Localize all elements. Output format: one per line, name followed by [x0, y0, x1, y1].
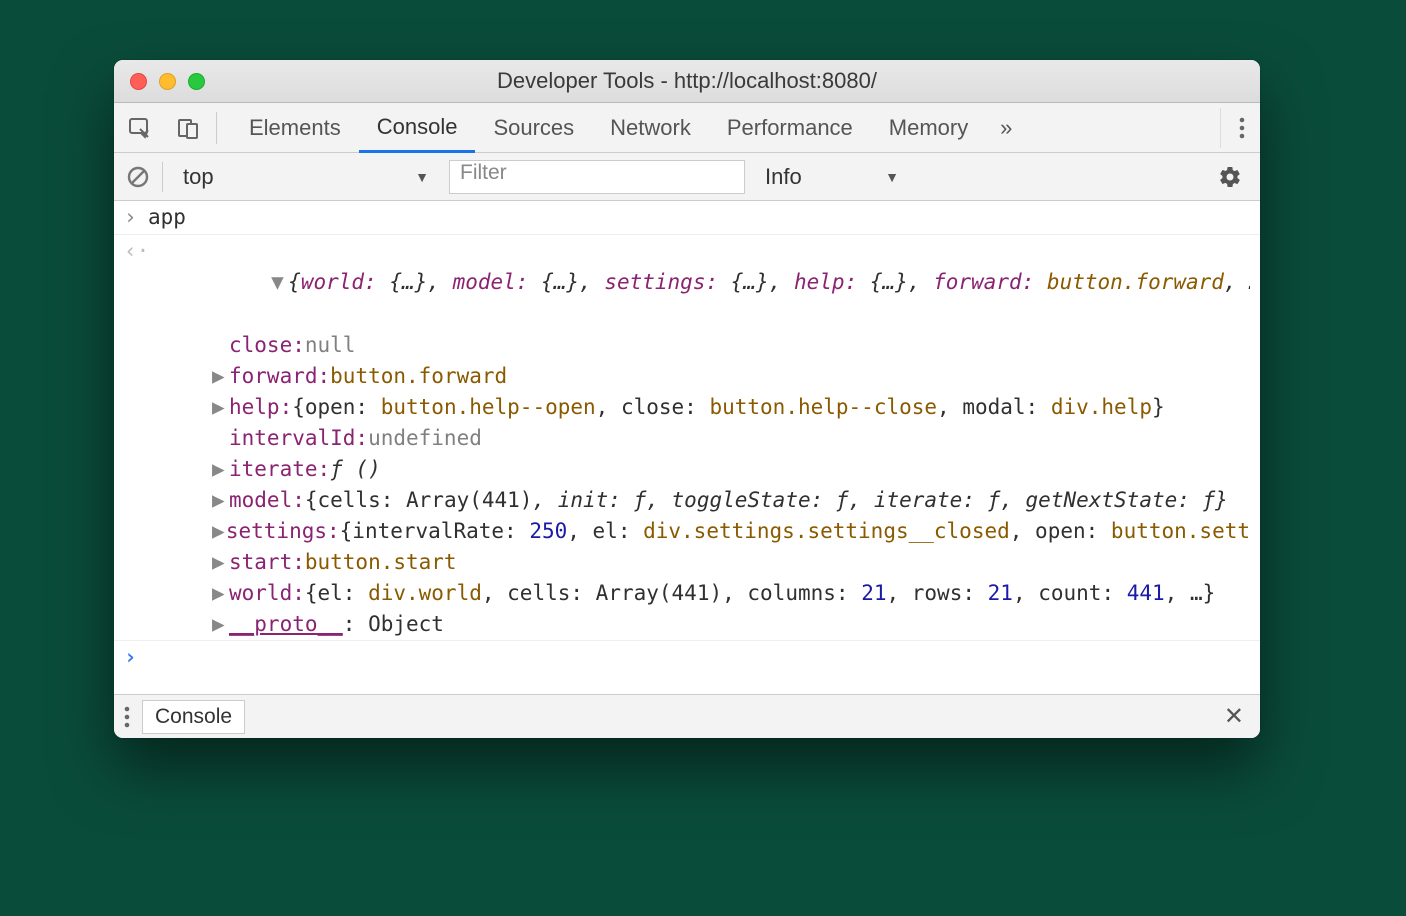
object-summary[interactable]: ▼{world: {…}, model: {…}, settings: {…},…	[148, 236, 1250, 329]
console-settings-icon[interactable]	[1218, 165, 1242, 189]
tab-performance[interactable]: Performance	[709, 103, 871, 152]
execution-context-select[interactable]: top ▼	[173, 160, 439, 194]
object-property-row[interactable]: ▶help: {open: button.help--open, close: …	[114, 392, 1260, 423]
object-property-row[interactable]: intervalId: undefined	[114, 423, 1260, 454]
clear-console-icon[interactable]	[124, 163, 152, 191]
divider	[216, 112, 217, 144]
console-prompt[interactable]: ›	[114, 641, 1260, 674]
disclosure-closed-icon[interactable]: ▶	[212, 361, 229, 392]
disclosure-closed-icon[interactable]: ▶	[212, 485, 229, 516]
panel-tabbar: Elements Console Sources Network Perform…	[114, 103, 1260, 153]
object-property-row[interactable]: ▶world: {el: div.world, cells: Array(441…	[114, 578, 1260, 609]
disclosure-closed-icon[interactable]: ▶	[212, 609, 229, 640]
inspect-element-icon[interactable]	[118, 108, 162, 148]
disclosure-closed-icon[interactable]: ▶	[212, 516, 226, 547]
divider	[162, 162, 163, 192]
context-value: top	[183, 164, 214, 190]
close-window-button[interactable]	[130, 73, 147, 90]
entered-command: app	[148, 202, 1250, 233]
chevron-down-icon: ▼	[415, 169, 429, 185]
result-caret-icon: ‹·	[124, 236, 148, 329]
drawer-bar: Console ✕	[114, 694, 1260, 738]
console-output[interactable]: › app ‹· ▼{world: {…}, model: {…}, setti…	[114, 201, 1260, 694]
object-property-row[interactable]: ▶forward: button.forward	[114, 361, 1260, 392]
chevron-down-icon: ▼	[885, 169, 899, 185]
minimize-window-button[interactable]	[159, 73, 176, 90]
titlebar: Developer Tools - http://localhost:8080/	[114, 60, 1260, 103]
object-property-row[interactable]: ▶__proto__: Object	[114, 609, 1260, 641]
tab-network[interactable]: Network	[592, 103, 709, 152]
settings-menu-icon[interactable]	[1220, 108, 1250, 148]
disclosure-closed-icon[interactable]: ▶	[212, 392, 229, 423]
object-property-row[interactable]: ▶iterate: ƒ ()	[114, 454, 1260, 485]
drawer-menu-icon[interactable]	[124, 706, 130, 728]
level-value: Info	[765, 164, 802, 190]
traffic-lights	[130, 73, 205, 90]
filter-input[interactable]: Filter	[449, 160, 745, 194]
log-level-select[interactable]: Info ▼	[755, 160, 909, 194]
tab-elements[interactable]: Elements	[231, 103, 359, 152]
console-filterbar: top ▼ Filter Info ▼	[114, 153, 1260, 201]
disclosure-closed-icon[interactable]: ▶	[212, 578, 229, 609]
disclosure-open-icon[interactable]: ▼	[271, 267, 288, 298]
zoom-window-button[interactable]	[188, 73, 205, 90]
object-property-row[interactable]: ▶start: button.start	[114, 547, 1260, 578]
disclosure-closed-icon[interactable]: ▶	[212, 454, 229, 485]
console-result-row: ‹· ▼{world: {…}, model: {…}, settings: {…	[114, 235, 1260, 330]
tabs-overflow-icon[interactable]: »	[986, 115, 1026, 141]
tab-sources[interactable]: Sources	[475, 103, 592, 152]
object-property-row[interactable]: ▶settings: {intervalRate: 250, el: div.s…	[114, 516, 1260, 547]
drawer-tab-console[interactable]: Console	[142, 700, 245, 734]
device-toolbar-icon[interactable]	[166, 108, 210, 148]
object-property-row[interactable]: ▶model: {cells: Array(441), init: ƒ, tog…	[114, 485, 1260, 516]
prompt-caret-icon: ›	[124, 642, 148, 673]
tab-console[interactable]: Console	[359, 104, 476, 153]
object-property-row[interactable]: close: null	[114, 330, 1260, 361]
tab-memory[interactable]: Memory	[871, 103, 986, 152]
console-input-echo: › app	[114, 201, 1260, 235]
disclosure-closed-icon[interactable]: ▶	[212, 547, 229, 578]
prompt-caret-icon: ›	[124, 202, 148, 233]
devtools-window: Developer Tools - http://localhost:8080/…	[114, 60, 1260, 738]
window-title: Developer Tools - http://localhost:8080/	[114, 68, 1260, 94]
close-drawer-icon[interactable]: ✕	[1218, 702, 1250, 731]
